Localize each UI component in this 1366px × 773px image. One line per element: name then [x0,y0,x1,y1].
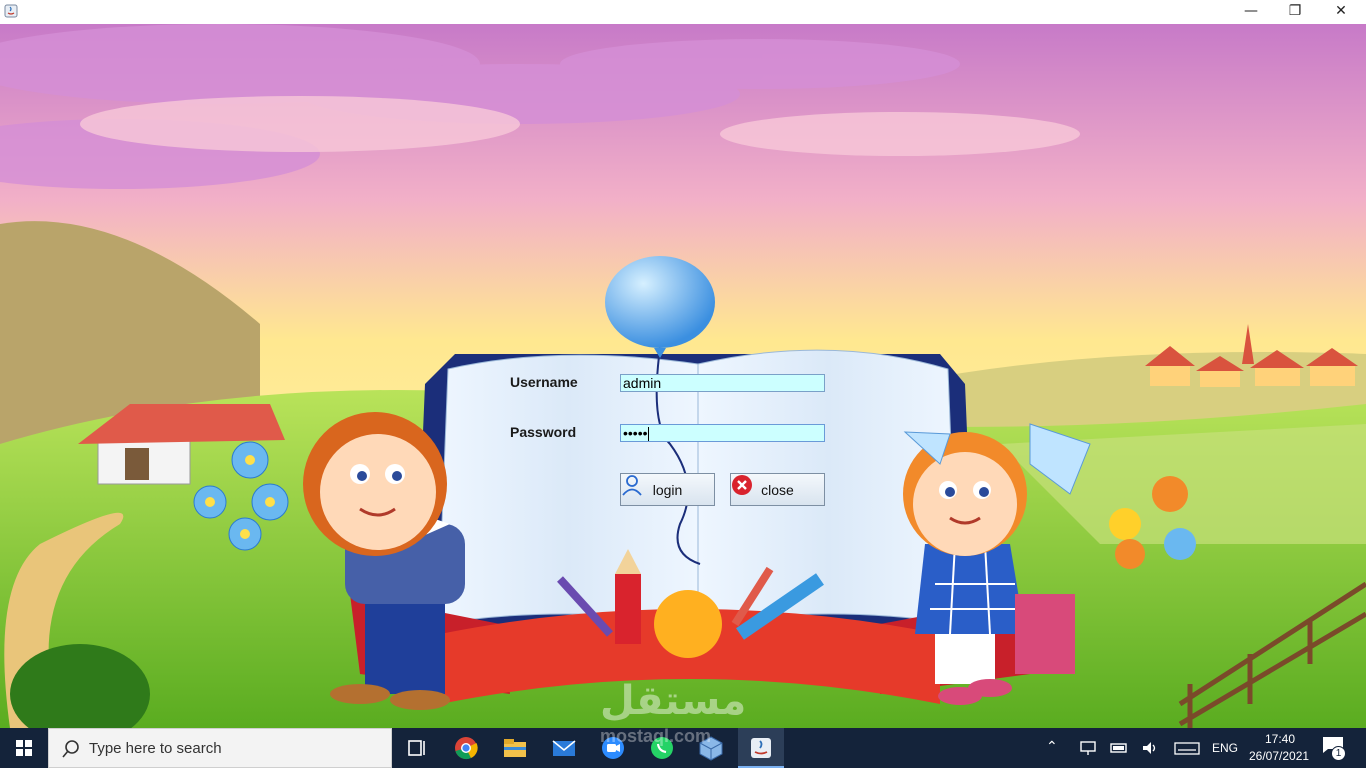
battery-icon[interactable] [1109,738,1129,758]
show-hidden-icons[interactable]: ⌃ [1046,738,1058,755]
java-app-icon [4,4,18,18]
minimize-button[interactable]: — [1228,0,1274,24]
password-input[interactable]: ••••• [620,424,825,442]
close-button-label: close [761,481,794,498]
close-button[interactable]: close [730,473,825,506]
login-background: مستقل Username admin Password ••••• logi… [0,24,1366,728]
network-icon[interactable] [1078,738,1098,758]
search-placeholder: Type here to search [89,740,222,757]
password-dots: ••••• [623,425,648,441]
task-view-icon[interactable] [403,734,431,762]
chrome-icon[interactable] [452,734,480,762]
mail-icon[interactable] [550,734,578,762]
notifications-button[interactable]: 1 [1322,736,1350,762]
username-label: Username [510,374,578,390]
password-label: Password [510,424,577,440]
maximize-button[interactable]: ❐ [1272,0,1318,24]
language-indicator[interactable]: ENG [1212,741,1238,755]
search-box[interactable]: Type here to search [48,728,392,768]
title-bar: — ❐ ✕ [0,0,1366,25]
windows-logo-icon [16,740,32,756]
login-button[interactable]: login [620,473,715,506]
text-cursor [647,427,649,442]
notification-badge: 1 [1331,746,1346,761]
start-button[interactable] [0,728,48,768]
username-input[interactable]: admin [620,374,825,392]
close-circle-icon [732,475,752,495]
clock-date[interactable]: 26/07/2021 [1249,749,1309,763]
volume-icon[interactable] [1140,738,1160,758]
close-window-button[interactable]: ✕ [1318,0,1364,24]
login-button-label: login [652,481,683,498]
user-icon [622,475,642,496]
java-taskbar-item[interactable] [738,728,784,768]
clock-time[interactable]: 17:40 [1265,732,1295,746]
keyboard-icon[interactable] [1174,738,1200,758]
search-icon [62,740,79,758]
watermark-logo: مستقل [600,678,746,724]
watermark-url: mostaql.com [600,726,712,746]
file-explorer-icon[interactable] [501,734,529,762]
java-icon [751,738,771,758]
